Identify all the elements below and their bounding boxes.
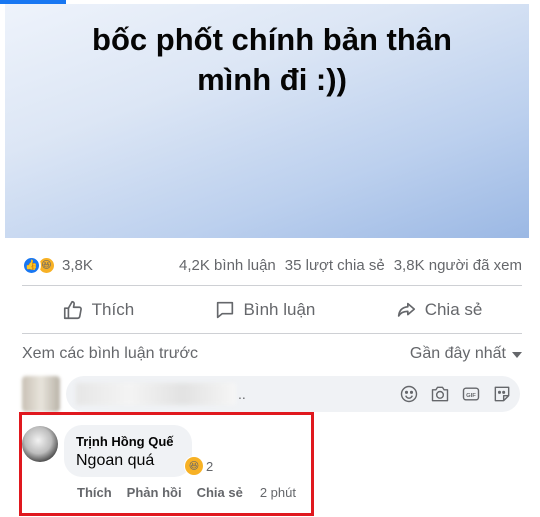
view-count: 3,8K người đã xem <box>393 256 522 274</box>
camera-icon[interactable] <box>429 384 450 405</box>
comment-composer: .. GIF <box>22 376 520 412</box>
sort-dropdown[interactable]: Gần đây nhất <box>410 345 522 363</box>
post-caption-line-2: mình đi :)) <box>197 62 347 97</box>
sort-label: Gần đây nhất <box>409 345 506 362</box>
share-count[interactable]: 35 lượt chia sẻ <box>285 257 385 274</box>
share-button[interactable]: Chia sẻ <box>395 299 483 321</box>
post-actions: Thích Bình luận Chia sẻ <box>22 290 522 330</box>
user-avatar[interactable] <box>22 376 60 412</box>
divider <box>22 333 522 334</box>
composer-tools: GIF <box>398 376 512 412</box>
comment-icon <box>216 301 233 319</box>
like-button[interactable]: Thích <box>62 299 135 321</box>
like-icon <box>63 300 82 320</box>
reaction-icons[interactable]: 👍 😆 <box>22 255 56 275</box>
placeholder-suffix: .. <box>238 386 246 402</box>
comment-input[interactable]: .. GIF <box>66 376 520 412</box>
divider <box>22 285 522 286</box>
emoji-icon[interactable] <box>398 384 419 405</box>
blurred-placeholder <box>76 383 236 405</box>
comments-header: Xem các bình luận trước Gần đây nhất <box>22 343 522 365</box>
share-icon <box>397 302 415 317</box>
gif-icon[interactable]: GIF <box>460 384 481 405</box>
view-previous-comments-link[interactable]: Xem các bình luận trước <box>22 345 198 363</box>
comment-count[interactable]: 4,2K bình luận <box>179 257 276 274</box>
share-label: Chia sẻ <box>424 300 483 319</box>
post-caption-line-1: bốc phốt chính bản thân <box>92 22 452 57</box>
post-stats: 👍 😆 3,8K 4,2K bình luận 35 lượt chia sẻ … <box>22 252 522 278</box>
post-caption: bốc phốt chính bản thân mình đi :)) <box>45 20 499 100</box>
like-icon: 👍 <box>22 255 41 275</box>
reaction-count[interactable]: 3,8K <box>62 257 93 274</box>
svg-text:GIF: GIF <box>466 393 476 399</box>
highlight-box <box>19 412 314 516</box>
comment-label: Bình luận <box>243 300 316 319</box>
post-image[interactable]: bốc phốt chính bản thân mình đi :)) <box>5 4 529 238</box>
sticker-icon[interactable] <box>491 384 512 405</box>
dropdown-caret-icon <box>512 352 522 358</box>
comment-button[interactable]: Bình luận <box>214 299 316 321</box>
like-label: Thích <box>91 300 135 319</box>
